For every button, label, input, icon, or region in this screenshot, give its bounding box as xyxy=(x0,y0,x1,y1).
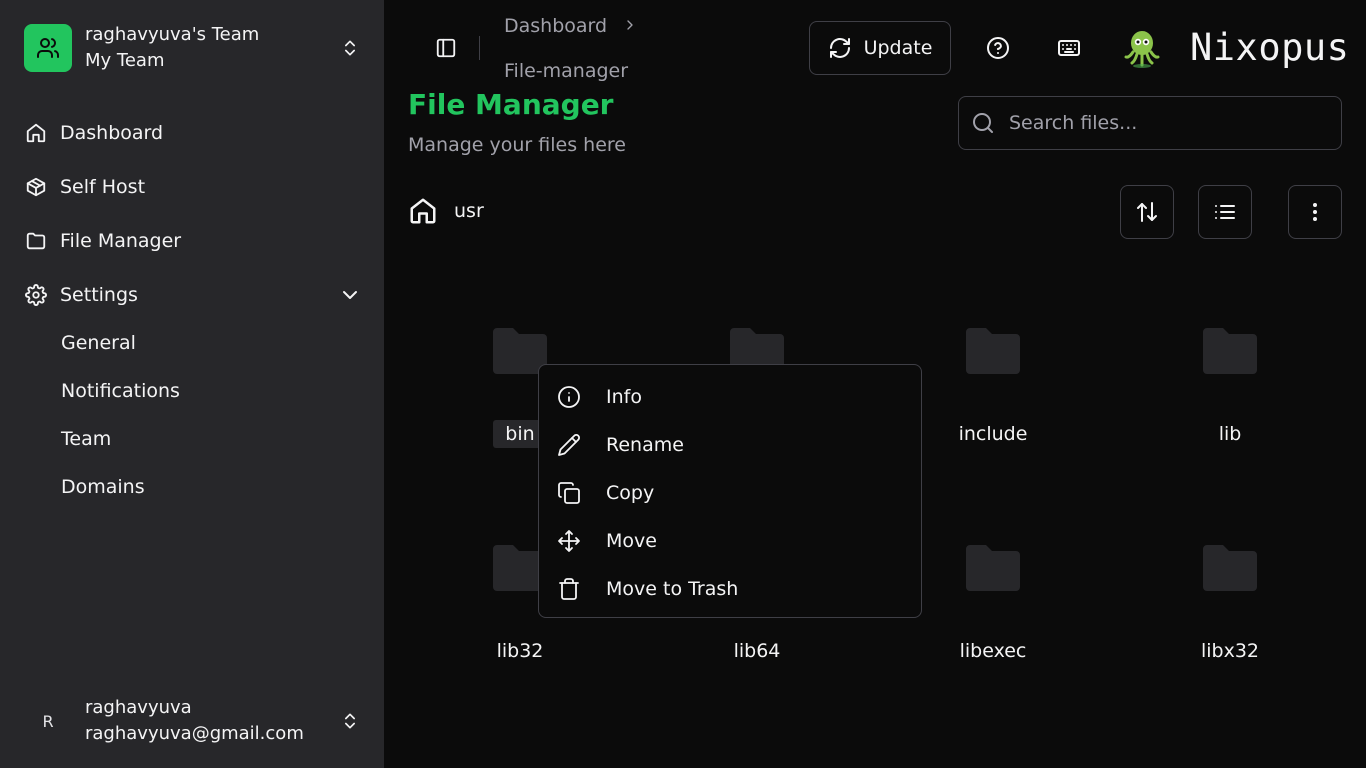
menu-item-move-to-trash[interactable]: Move to Trash xyxy=(539,565,921,613)
keyboard-shortcuts-button[interactable] xyxy=(1055,34,1083,62)
search-input[interactable] xyxy=(1009,112,1309,134)
folder-icon xyxy=(966,545,1020,591)
home-icon xyxy=(24,121,48,145)
chevrons-up-down-icon xyxy=(338,709,362,733)
path-breadcrumb[interactable]: usr xyxy=(408,196,484,226)
avatar: R xyxy=(42,711,54,731)
sort-button[interactable] xyxy=(1120,185,1174,239)
folder-icon xyxy=(1203,545,1257,591)
folder-icon xyxy=(1203,328,1257,374)
list-icon xyxy=(1215,205,1235,219)
update-label: Update xyxy=(863,37,933,59)
home-icon xyxy=(410,198,436,224)
panel-left-icon xyxy=(436,38,456,58)
menu-item-label: Move to Trash xyxy=(606,578,739,600)
sidebar-item-dashboard[interactable]: Dashboard xyxy=(24,113,362,153)
users-icon xyxy=(37,38,59,58)
folder-item[interactable]: libx32 xyxy=(1150,543,1310,713)
info-icon xyxy=(557,385,581,409)
menu-item-rename[interactable]: Rename xyxy=(539,421,921,469)
sidebar-item-label: Self Host xyxy=(60,176,146,198)
search-box xyxy=(958,96,1342,150)
file-name: libexec xyxy=(959,640,1027,662)
page-title: File Manager xyxy=(408,88,614,121)
file-name: include xyxy=(958,423,1028,445)
current-path: usr xyxy=(454,200,484,222)
user-name: raghavyuva xyxy=(85,697,192,718)
sidebar: raghavyuva's Team My Team Dashboard Self… xyxy=(0,0,384,768)
search-icon xyxy=(973,113,993,133)
more-options-button[interactable] xyxy=(1288,185,1342,239)
update-button[interactable]: Update xyxy=(809,21,951,75)
chevron-right-icon xyxy=(622,16,638,36)
refresh-icon xyxy=(829,38,850,58)
team-name: raghavyuva's Team xyxy=(85,24,260,45)
sidebar-item-settings[interactable]: Settings xyxy=(24,275,362,315)
move-icon xyxy=(557,529,581,553)
team-badge xyxy=(24,24,72,72)
file-name: lib xyxy=(1218,423,1242,445)
menu-item-move[interactable]: Move xyxy=(539,517,921,565)
folder-icon xyxy=(24,229,48,253)
sidebar-toggle-button[interactable] xyxy=(430,32,462,64)
menu-item-copy[interactable]: Copy xyxy=(539,469,921,517)
sidebar-item-self-host[interactable]: Self Host xyxy=(24,167,362,207)
chevrons-up-down-icon xyxy=(338,36,362,60)
copy-icon xyxy=(557,481,581,505)
page-subtitle: Manage your files here xyxy=(408,134,626,156)
breadcrumb-dashboard[interactable]: Dashboard xyxy=(504,15,607,37)
menu-item-info[interactable]: Info xyxy=(539,373,921,421)
brand-name: Nixopus xyxy=(1190,26,1350,69)
file-name: libx32 xyxy=(1200,640,1260,662)
user-menu[interactable]: R raghavyuva raghavyuva@gmail.com xyxy=(24,694,362,748)
sidebar-item-file-manager[interactable]: File Manager xyxy=(24,221,362,261)
sidebar-subitem-notifications[interactable]: Notifications xyxy=(61,375,180,407)
folder-icon xyxy=(966,328,1020,374)
folder-item[interactable]: libexec xyxy=(913,543,1073,713)
folder-item[interactable]: include xyxy=(913,326,1073,496)
team-switcher[interactable]: raghavyuva's Team My Team xyxy=(24,24,362,72)
context-menu: Info Rename Copy Move Move to Trash xyxy=(538,364,922,618)
sidebar-item-label: Dashboard xyxy=(60,122,164,144)
package-icon xyxy=(24,175,48,199)
folder-item[interactable]: lib xyxy=(1150,326,1310,496)
more-vertical-icon xyxy=(1313,203,1317,221)
help-circle-icon xyxy=(987,37,1009,59)
trash-icon xyxy=(557,577,581,601)
menu-item-label: Move xyxy=(606,530,657,552)
sidebar-subitem-team[interactable]: Team xyxy=(61,423,111,455)
sidebar-subitem-general[interactable]: General xyxy=(61,327,136,359)
gear-icon xyxy=(24,283,48,307)
file-name: lib64 xyxy=(733,640,781,662)
keyboard-icon xyxy=(1058,40,1080,56)
arrow-up-down-icon xyxy=(1137,202,1157,222)
pencil-icon xyxy=(557,433,581,457)
breadcrumb-file-manager[interactable]: File-manager xyxy=(504,60,628,82)
header-divider xyxy=(479,36,480,60)
user-email: raghavyuva@gmail.com xyxy=(85,723,304,744)
menu-item-label: Rename xyxy=(606,434,684,456)
team-subtitle: My Team xyxy=(85,50,165,71)
chevron-down-icon xyxy=(338,283,362,307)
menu-item-label: Copy xyxy=(606,482,655,504)
sidebar-subitem-domains[interactable]: Domains xyxy=(61,471,145,503)
logo-octopus-icon xyxy=(1122,26,1162,70)
sidebar-item-label: Settings xyxy=(60,284,138,306)
menu-item-label: Info xyxy=(606,386,642,408)
help-button[interactable] xyxy=(984,34,1012,62)
sidebar-item-label: File Manager xyxy=(60,230,182,252)
list-view-button[interactable] xyxy=(1198,185,1252,239)
file-name: lib32 xyxy=(496,640,544,662)
